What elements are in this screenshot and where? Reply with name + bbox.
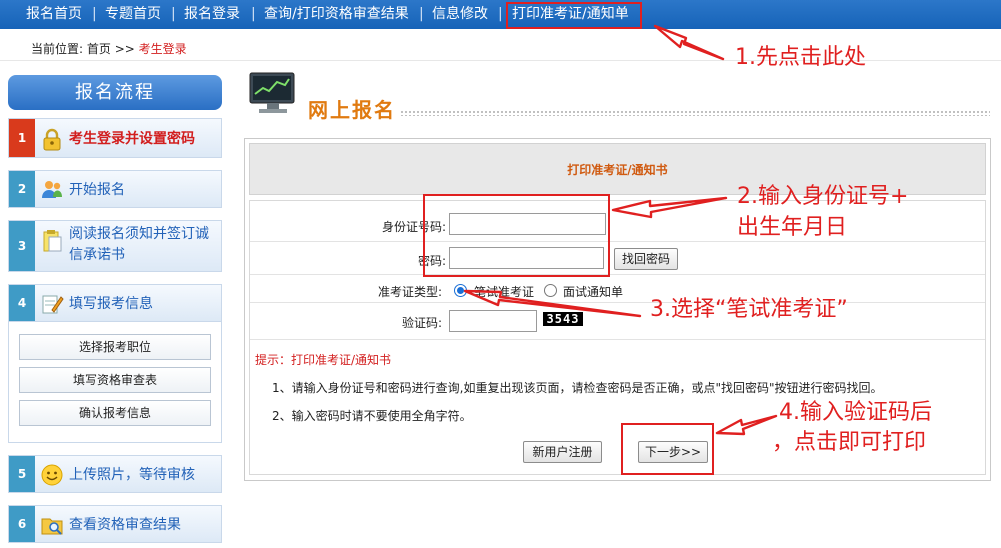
arrow-2	[611, 196, 728, 219]
annotation-step-3: 3.选择“笔试准考证”	[650, 297, 848, 322]
annotation-step-1: 1.先点击此处	[735, 45, 866, 70]
arrow-3	[463, 289, 642, 318]
arrow-1	[653, 24, 725, 61]
annotation-arrows	[463, 24, 778, 436]
annotation-step-4-line2: ，点击即可打印	[772, 430, 927, 455]
annotation-step-2-line2: 出生年月日	[737, 215, 848, 240]
annotation-step-4-line1: 4.输入验证码后	[779, 400, 932, 425]
annotation-step-2-line1: 2.输入身份证号+	[737, 184, 909, 209]
arrow-4	[715, 414, 778, 436]
